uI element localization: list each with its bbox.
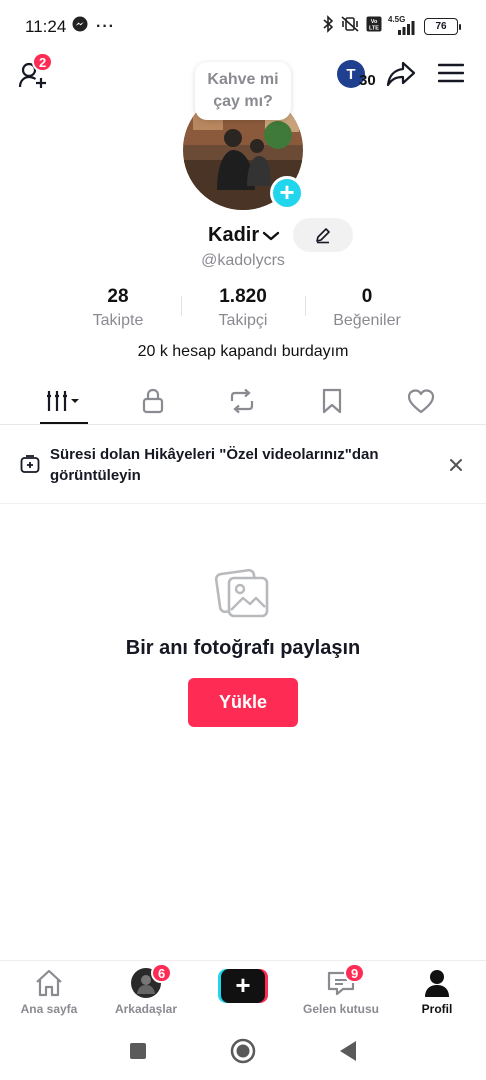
tab-private[interactable] xyxy=(123,378,183,424)
following-count: 28 xyxy=(107,286,129,307)
svg-text:Vo: Vo xyxy=(371,19,378,25)
note-line-1: Kahve mi xyxy=(207,71,279,88)
profile-icon xyxy=(425,970,449,997)
pencil-icon xyxy=(316,228,330,244)
tab-videos[interactable] xyxy=(34,378,94,424)
likes-stat[interactable]: 0 Beğeniler xyxy=(307,286,427,330)
battery-level: 76 xyxy=(435,21,447,32)
following-label: Takipte xyxy=(92,312,144,329)
close-icon[interactable] xyxy=(447,456,465,474)
likes-label: Beğeniler xyxy=(333,312,401,329)
inbox-badge: 9 xyxy=(344,963,366,983)
nav-home[interactable]: Ana sayfa xyxy=(4,967,94,1016)
bottom-nav: Ana sayfa 6 Arkadaşlar + 9 Gelen kutusu … xyxy=(0,960,486,1022)
chevron-down-icon xyxy=(262,231,280,240)
stories-notice[interactable]: Süresi dolan Hikâyeleri "Özel videoların… xyxy=(0,426,486,504)
likes-count: 0 xyxy=(361,286,373,307)
followers-count: 1.820 xyxy=(219,286,267,307)
empty-state-title: Bir anı fotoğrafı paylaşın xyxy=(125,637,361,659)
nav-home-label: Ana sayfa xyxy=(20,1002,78,1016)
grid-icon xyxy=(47,391,79,411)
create-button[interactable]: + xyxy=(218,969,268,1003)
add-friend-button[interactable]: 2 xyxy=(18,52,54,90)
tab-saved[interactable] xyxy=(302,378,362,424)
following-stat[interactable]: 28 Takipte xyxy=(58,286,178,330)
nav-profile[interactable]: Profil xyxy=(392,967,482,1016)
recents-icon[interactable] xyxy=(129,1042,147,1060)
menu-button[interactable] xyxy=(437,62,465,84)
stat-divider xyxy=(181,296,182,316)
plus-icon: + xyxy=(279,177,295,207)
tab-reposts[interactable] xyxy=(212,378,272,424)
nav-friends-label: Arkadaşlar xyxy=(114,1002,178,1016)
home-system-icon[interactable] xyxy=(230,1038,256,1064)
profile-name: Kadir xyxy=(208,224,260,246)
vibrate-icon xyxy=(340,15,360,38)
heart-icon xyxy=(407,389,435,414)
nav-inbox-label: Gelen kutusu xyxy=(302,1002,379,1016)
profile-handle: @kadolycrs xyxy=(201,252,285,269)
nav-friends[interactable]: 6 Arkadaşlar xyxy=(101,963,191,1016)
share-profile-button[interactable] xyxy=(386,60,416,88)
back-icon[interactable] xyxy=(338,1040,358,1062)
messenger-icon xyxy=(72,16,88,37)
note-bubble[interactable]: Kahve mi çay mı? xyxy=(195,62,291,120)
notice-text: Süresi dolan Hikâyeleri "Özel videoların… xyxy=(50,446,379,484)
friends-badge: 6 xyxy=(151,963,173,983)
story-add-icon xyxy=(20,455,40,473)
battery-icon: 76 xyxy=(424,18,461,35)
note-line-2: çay mı? xyxy=(213,93,273,110)
nav-inbox[interactable]: 9 Gelen kutusu xyxy=(296,963,386,1016)
bluetooth-icon xyxy=(322,15,334,38)
profile-bio: 20 k hesap kapandı burdayım xyxy=(137,343,349,360)
system-nav-bar xyxy=(0,1022,486,1080)
stat-divider xyxy=(305,296,306,316)
friend-requests-badge: 2 xyxy=(32,52,54,72)
signal-icon: 4.5G xyxy=(388,15,418,36)
volte-icon: Vo LTE xyxy=(366,16,382,37)
hamburger-menu-icon xyxy=(437,63,465,83)
tab-liked[interactable] xyxy=(391,378,451,424)
bookmark-icon xyxy=(322,388,342,414)
name-switcher[interactable]: Kadir xyxy=(208,224,280,247)
status-bar: 11:24 ··· Vo LTE 4.5G 76 xyxy=(0,0,486,56)
repost-icon xyxy=(230,388,254,414)
nav-profile-label: Profil xyxy=(421,1002,453,1016)
share-icon xyxy=(386,61,416,87)
status-time: 11:24 xyxy=(25,17,67,36)
coin-count: 30 xyxy=(359,72,376,89)
profile-tabs xyxy=(0,378,486,425)
home-icon xyxy=(36,969,62,997)
edit-profile-button[interactable] xyxy=(293,218,353,252)
photos-icon xyxy=(214,568,269,618)
followers-stat[interactable]: 1.820 Takipçi xyxy=(183,286,303,330)
plus-icon: + xyxy=(221,969,265,1003)
svg-text:LTE: LTE xyxy=(369,26,379,32)
more-notifications-icon: ··· xyxy=(96,17,115,35)
upload-button[interactable]: Yükle xyxy=(188,678,298,727)
add-story-button[interactable]: + xyxy=(270,176,304,210)
active-tab-indicator xyxy=(40,422,88,424)
coin-button[interactable]: T 30 xyxy=(337,60,379,90)
followers-label: Takipçi xyxy=(218,312,268,329)
lock-icon xyxy=(142,388,164,414)
